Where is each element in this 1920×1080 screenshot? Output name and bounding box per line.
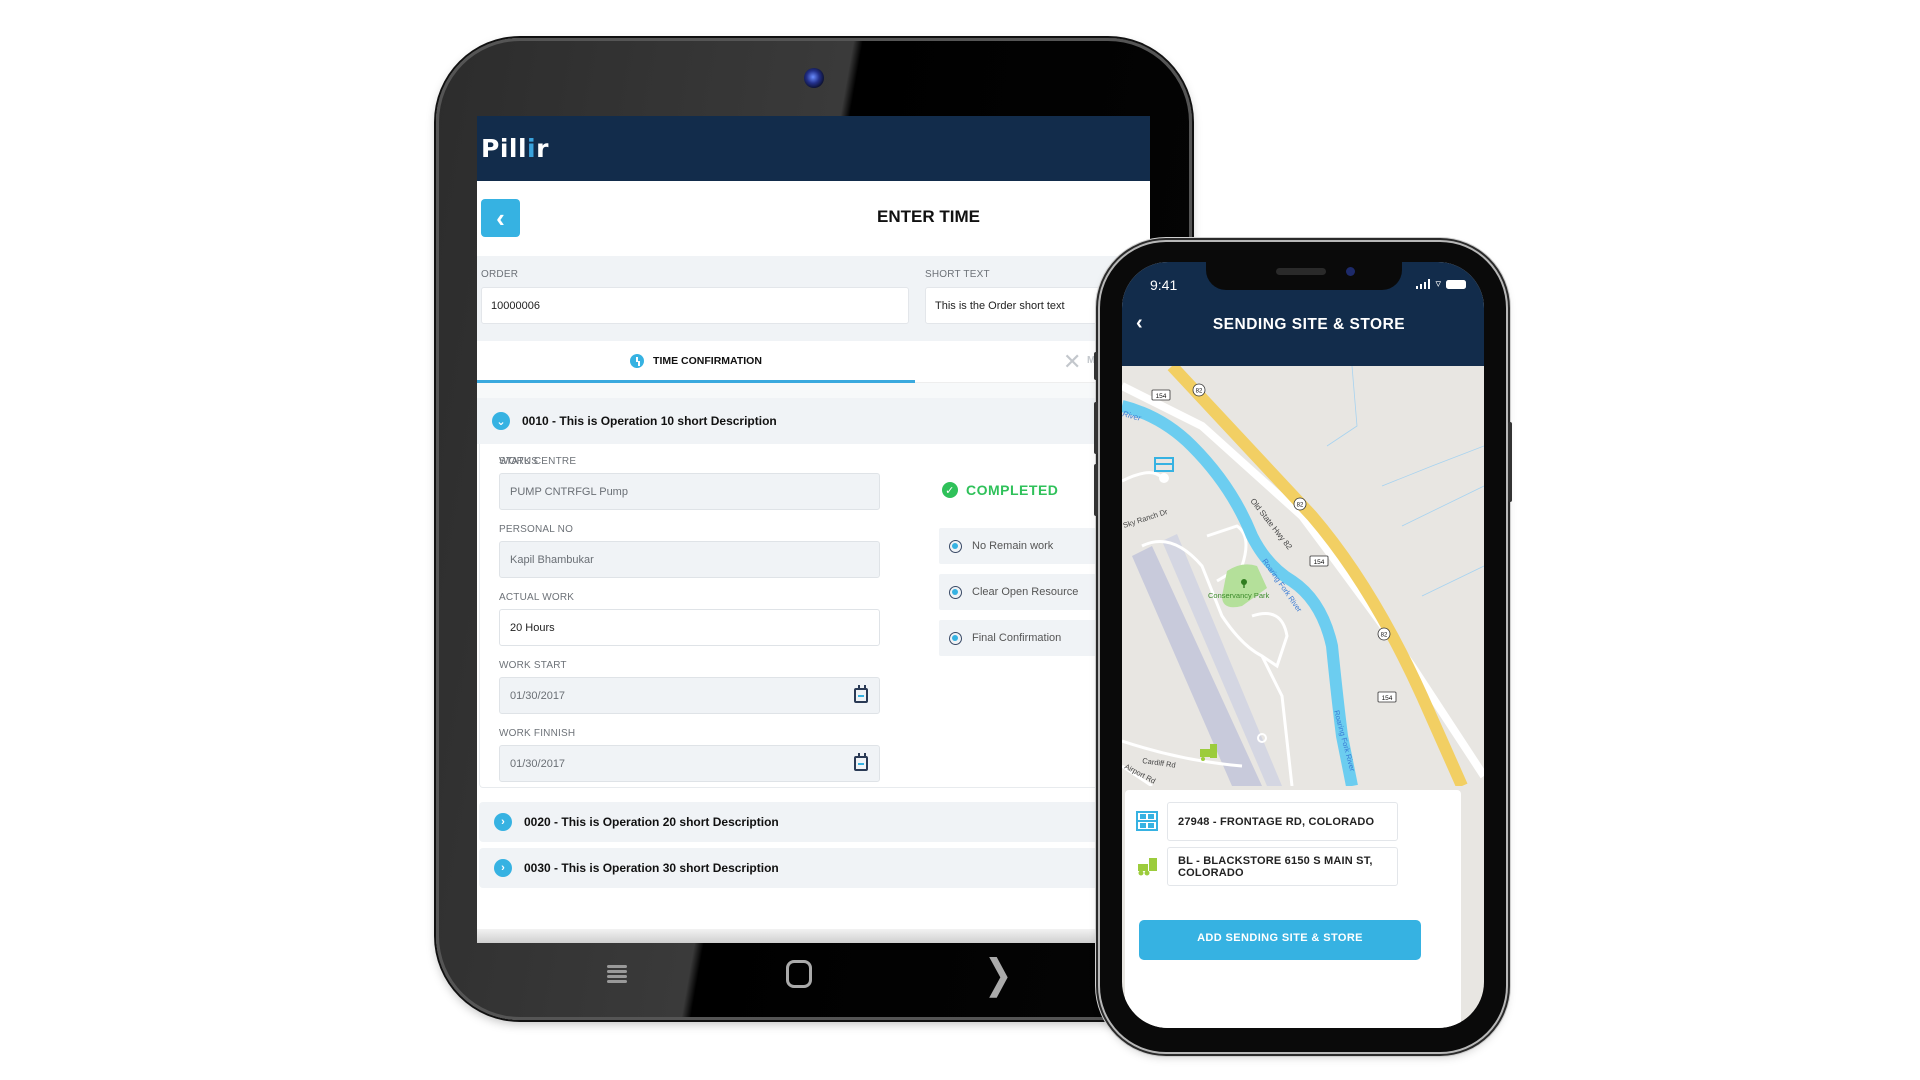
svg-text:154: 154 [1156, 393, 1167, 400]
svg-text:82: 82 [1297, 503, 1304, 509]
tab-label: TIME CONFIRMATION [653, 354, 762, 367]
operation-0020-header[interactable]: › 0020 - This is Operation 20 short Desc… [479, 802, 1150, 842]
phone-volume-up [1094, 402, 1098, 454]
app-header: Pillir [477, 116, 1150, 181]
svg-text:154: 154 [1382, 695, 1393, 702]
calendar-icon[interactable] [854, 685, 868, 703]
chevron-down-icon: ⌄ [492, 412, 510, 430]
radio-icon [949, 631, 962, 645]
operation-0010-header[interactable]: ⌄ 0010 - This is Operation 10 short Desc… [477, 398, 1150, 444]
phone-header: 9:41 ▿ ‹ SENDING SITE & STORE [1122, 262, 1484, 366]
option-label: No Remain work [972, 540, 1054, 552]
home-nav-icon[interactable] [786, 960, 812, 988]
chevron-right-icon: › [494, 859, 512, 877]
forklift-icon [1138, 858, 1157, 876]
status-time: 9:41 [1150, 277, 1178, 293]
title-bar: ‹ ENTER TIME [477, 181, 1150, 256]
tab-time-confirmation[interactable]: TIME CONFIRMATION [477, 341, 915, 383]
svg-text:154: 154 [1314, 559, 1325, 566]
status-value: COMPLETED [966, 482, 1059, 498]
status-icons: ▿ [1415, 278, 1466, 290]
work-finish-field[interactable]: 01/30/2017 [499, 745, 880, 782]
personal-no-label: PERSONAL NO [499, 524, 574, 535]
menu-nav-icon[interactable] [607, 963, 627, 985]
close-icon: ✕ [1063, 349, 1082, 374]
signal-icon [1415, 279, 1431, 289]
battery-icon [1446, 280, 1466, 289]
speaker [1276, 268, 1326, 275]
svg-text:82: 82 [1381, 633, 1388, 639]
operation-0030-header[interactable]: › 0030 - This is Operation 30 short Desc… [479, 848, 1150, 888]
personal-no-field[interactable]: Kapil Bhambukar [499, 541, 880, 578]
svg-text:Conservancy Park: Conservancy Park [1208, 591, 1270, 600]
store-field[interactable]: BL - BLACKSTORE 6150 S MAIN ST, COLORADO [1167, 847, 1398, 886]
actual-work-label: ACTUAL WORK [499, 592, 575, 603]
wifi-icon: ▿ [1435, 278, 1441, 290]
logo-text-end: r [536, 134, 549, 163]
order-label: ORDER [481, 269, 519, 280]
clock-icon [630, 353, 645, 368]
logo-accent: i [527, 134, 537, 163]
phone-device: 9:41 ▿ ‹ SENDING SITE & STORE 154 82 82 … [1094, 242, 1512, 1052]
tab-spacer [477, 383, 1150, 398]
operation-0010-details: WORK CENTRE PUMP CNTRFGL Pump PERSONAL N… [479, 444, 1150, 788]
status-label: STATUS [499, 456, 539, 467]
phone-power-button [1508, 422, 1512, 502]
order-section: ORDER 10000006 SHORT TEXT This is the Or… [477, 256, 1150, 341]
phone-notch [1206, 262, 1402, 290]
svg-text:82: 82 [1196, 389, 1203, 395]
radio-icon [949, 539, 962, 553]
page-title: ENTER TIME [877, 207, 980, 226]
sending-site-field[interactable]: 27948 - FRONTAGE RD, COLORADO [1167, 802, 1398, 841]
option-label: Clear Open Resource [972, 586, 1079, 598]
work-finish-label: WORK FINNISH [499, 728, 576, 739]
option-label: Final Confirmation [972, 632, 1062, 644]
work-start-label: WORK START [499, 660, 567, 671]
tab-bar: TIME CONFIRMATION ✕ M [477, 341, 1150, 383]
calendar-icon[interactable] [854, 753, 868, 771]
check-circle-icon: ✓ [942, 482, 958, 498]
site-store-panel: 27948 - FRONTAGE RD, COLORADO BL - BLACK… [1125, 790, 1461, 1028]
work-start-value: 01/30/2017 [510, 689, 566, 702]
radio-icon [949, 585, 962, 599]
phone-page-title: SENDING SITE & STORE [1212, 316, 1406, 333]
work-centre-field[interactable]: PUMP CNTRFGL Pump [499, 473, 880, 510]
chevron-right-nav-icon[interactable]: ❯ [984, 951, 1013, 999]
work-finish-value: 01/30/2017 [510, 757, 566, 770]
front-camera [1346, 267, 1355, 276]
screen-bottom-edge [477, 929, 1150, 943]
operation-title: 0030 - This is Operation 30 short Descri… [524, 861, 779, 875]
warehouse-icon [1136, 811, 1158, 831]
pillir-logo: Pillir [481, 134, 549, 163]
work-start-field[interactable]: 01/30/2017 [499, 677, 880, 714]
chevron-right-icon: › [494, 813, 512, 831]
logo-text: Pill [481, 134, 528, 163]
short-text-label: SHORT TEXT [925, 269, 990, 280]
phone-screen: 9:41 ▿ ‹ SENDING SITE & STORE 154 82 82 … [1122, 262, 1484, 1028]
operation-title: 0010 - This is Operation 10 short Descri… [522, 414, 777, 428]
operation-title: 0020 - This is Operation 20 short Descri… [524, 815, 779, 829]
tablet-device: Pillir ‹ ENTER TIME ORDER 10000006 SHORT… [436, 38, 1192, 1020]
add-sending-site-button[interactable]: ADD SENDING SITE & STORE [1139, 920, 1421, 960]
tablet-screen: Pillir ‹ ENTER TIME ORDER 10000006 SHORT… [477, 116, 1150, 943]
phone-volume-down [1094, 464, 1098, 516]
status-badge: ✓ COMPLETED [942, 482, 1058, 498]
map-view[interactable]: 154 82 82 154 82 154 River Old State Hwy… [1122, 366, 1484, 786]
phone-side-button [1094, 352, 1098, 380]
actual-work-field[interactable]: 20 Hours [499, 609, 880, 646]
tablet-camera [804, 68, 824, 88]
order-field[interactable]: 10000006 [481, 287, 909, 324]
